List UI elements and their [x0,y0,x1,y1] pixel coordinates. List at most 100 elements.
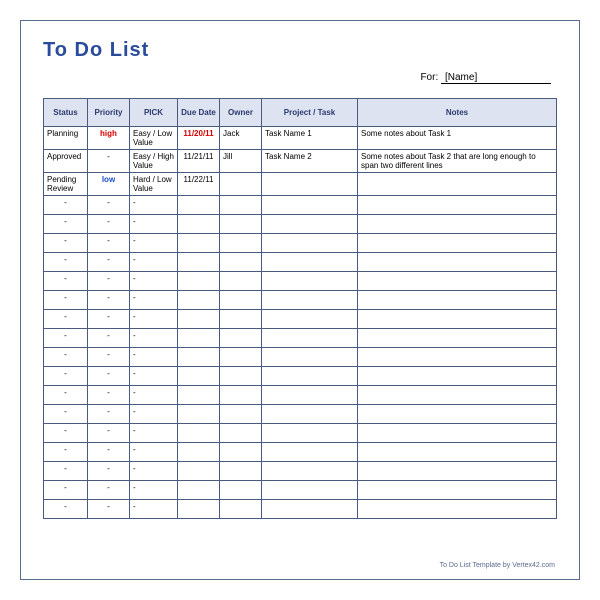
document-page: To Do List For: [Name] Status Priority P… [20,20,580,580]
table-row: --- [44,215,557,234]
cell-status: - [44,405,88,424]
table-row: Approved-Easy / High Value11/21/11JillTa… [44,150,557,173]
table-row: --- [44,424,557,443]
cell-owner [220,386,262,405]
cell-pick: - [130,215,178,234]
cell-owner [220,234,262,253]
cell-priority: - [88,291,130,310]
cell-status: - [44,253,88,272]
cell-priority: - [88,329,130,348]
cell-task [262,234,358,253]
table-row: --- [44,310,557,329]
cell-priority: - [88,500,130,519]
cell-due [178,443,220,462]
todo-table: Status Priority PICK Due Date Owner Proj… [43,98,557,519]
table-row: --- [44,272,557,291]
cell-status: - [44,481,88,500]
cell-task [262,215,358,234]
cell-status: Approved [44,150,88,173]
cell-pick: - [130,386,178,405]
table-row: --- [44,291,557,310]
cell-owner [220,291,262,310]
table-row: --- [44,386,557,405]
cell-status: - [44,272,88,291]
cell-due [178,500,220,519]
cell-due: 11/22/11 [178,173,220,196]
header-status: Status [44,99,88,127]
cell-pick: Hard / Low Value [130,173,178,196]
for-label: For: [420,72,438,83]
cell-pick: - [130,405,178,424]
cell-status: Pending Review [44,173,88,196]
cell-priority: - [88,367,130,386]
header-notes: Notes [358,99,557,127]
cell-notes [358,386,557,405]
header-row: Status Priority PICK Due Date Owner Proj… [44,99,557,127]
cell-status: - [44,386,88,405]
cell-notes [358,291,557,310]
table-row: Pending ReviewlowHard / Low Value11/22/1… [44,173,557,196]
cell-pick: - [130,481,178,500]
cell-status: - [44,234,88,253]
cell-due [178,234,220,253]
cell-due [178,348,220,367]
cell-pick: Easy / Low Value [130,127,178,150]
cell-pick: - [130,367,178,386]
cell-status: - [44,500,88,519]
cell-due: 11/21/11 [178,150,220,173]
header-owner: Owner [220,99,262,127]
cell-pick: - [130,310,178,329]
cell-status: - [44,310,88,329]
cell-due [178,329,220,348]
cell-pick: - [130,253,178,272]
cell-due [178,196,220,215]
footer-credit: To Do List Template by Vertex42.com [440,562,555,569]
cell-owner [220,405,262,424]
cell-pick: - [130,462,178,481]
cell-priority: - [88,405,130,424]
cell-task [262,173,358,196]
cell-status: - [44,424,88,443]
cell-pick: - [130,500,178,519]
cell-task [262,367,358,386]
cell-task [262,386,358,405]
cell-task [262,405,358,424]
cell-priority: high [88,127,130,150]
cell-pick: - [130,234,178,253]
page-title: To Do List [43,39,557,62]
cell-notes [358,253,557,272]
cell-notes [358,215,557,234]
header-due: Due Date [178,99,220,127]
cell-owner: Jill [220,150,262,173]
cell-status: Planning [44,127,88,150]
table-row: --- [44,234,557,253]
cell-owner: Jack [220,127,262,150]
cell-notes [358,367,557,386]
cell-pick: - [130,329,178,348]
cell-priority: - [88,234,130,253]
cell-task: Task Name 1 [262,127,358,150]
cell-notes [358,196,557,215]
table-row: --- [44,443,557,462]
cell-owner [220,424,262,443]
cell-owner [220,462,262,481]
cell-task: Task Name 2 [262,150,358,173]
cell-notes [358,272,557,291]
cell-due [178,310,220,329]
cell-owner [220,367,262,386]
cell-priority: - [88,348,130,367]
cell-task [262,462,358,481]
for-line: For: [Name] [43,72,557,84]
cell-owner [220,329,262,348]
cell-status: - [44,196,88,215]
table-row: --- [44,196,557,215]
table-row: --- [44,253,557,272]
cell-due [178,481,220,500]
header-priority: Priority [88,99,130,127]
cell-notes [358,462,557,481]
cell-due [178,462,220,481]
cell-priority: - [88,215,130,234]
cell-owner [220,253,262,272]
cell-task [262,310,358,329]
cell-task [262,272,358,291]
